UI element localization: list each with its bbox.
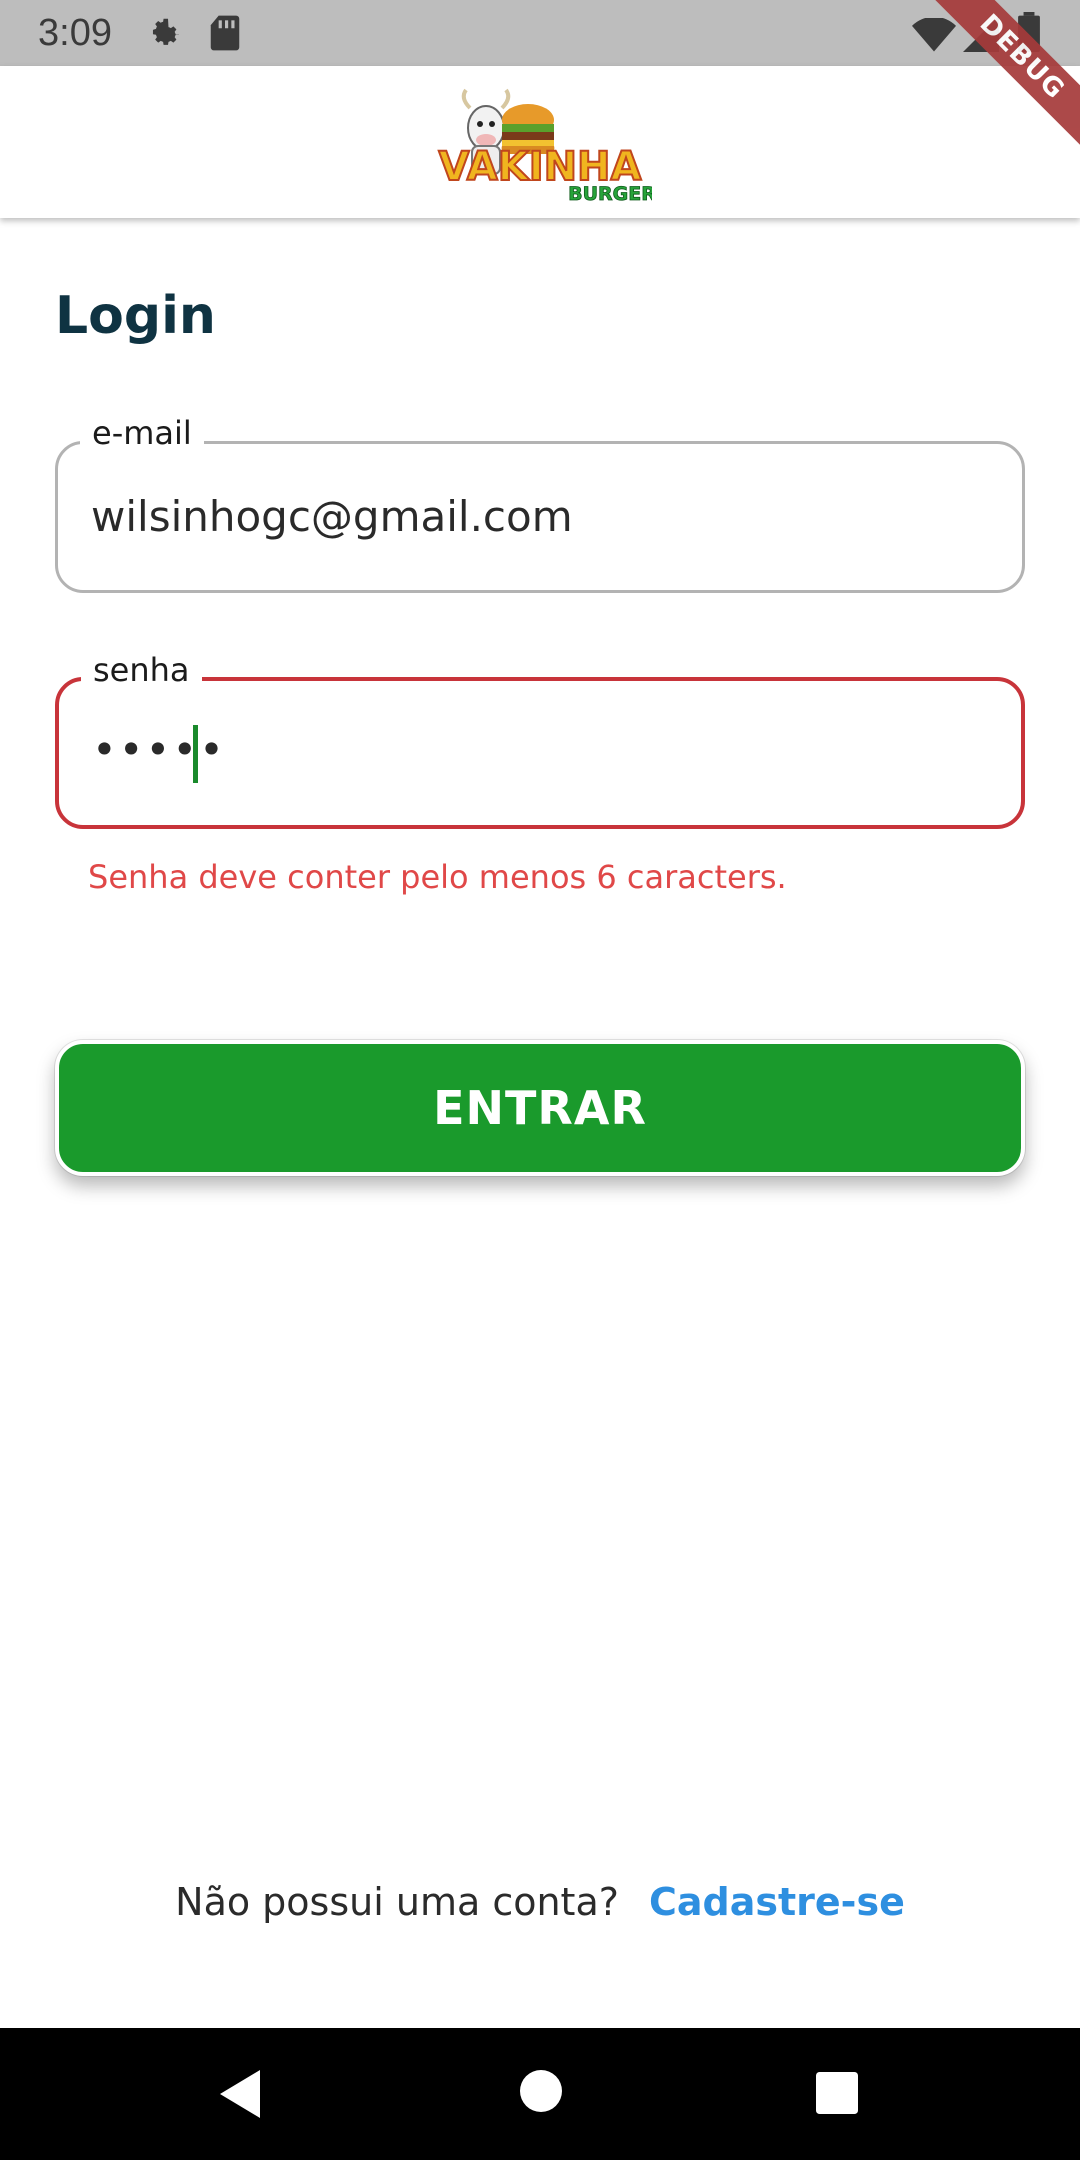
email-value: wilsinhogc@gmail.com: [91, 492, 573, 541]
recents-icon[interactable]: [816, 2072, 858, 2114]
text-cursor: [193, 725, 198, 783]
password-error-message: Senha deve conter pelo menos 6 caracters…: [88, 858, 787, 896]
home-icon[interactable]: [520, 2070, 562, 2112]
page-title: Login: [55, 286, 216, 346]
password-field[interactable]: senha •••••: [55, 651, 1025, 829]
email-label: e-mail: [80, 414, 204, 452]
vakinha-burger-logo: VAKINHA BURGER: [438, 88, 652, 205]
email-field[interactable]: e-mail wilsinhogc@gmail.com: [55, 414, 1025, 593]
signup-prompt: Não possui uma conta? Cadastre-se: [0, 1880, 1080, 1924]
back-icon[interactable]: [216, 2068, 264, 2120]
status-time: 3:09: [38, 12, 112, 54]
system-nav-bar: [0, 2028, 1080, 2160]
signup-question: Não possui uma conta?: [175, 1880, 619, 1924]
status-bar: 3:09: [0, 0, 1080, 66]
debug-banner-label: DEBUG: [922, 0, 1080, 158]
app-bar: VAKINHA BURGER: [0, 66, 1080, 218]
password-value: •••••: [92, 725, 226, 774]
login-button[interactable]: ENTRAR: [55, 1040, 1025, 1176]
logo-sub-text: BURGER: [568, 183, 652, 205]
sd-card-icon: [210, 15, 240, 51]
password-label: senha: [81, 651, 202, 689]
gear-icon: [152, 18, 179, 45]
debug-banner: DEBUG: [922, 0, 1080, 158]
signup-link[interactable]: Cadastre-se: [649, 1880, 905, 1924]
